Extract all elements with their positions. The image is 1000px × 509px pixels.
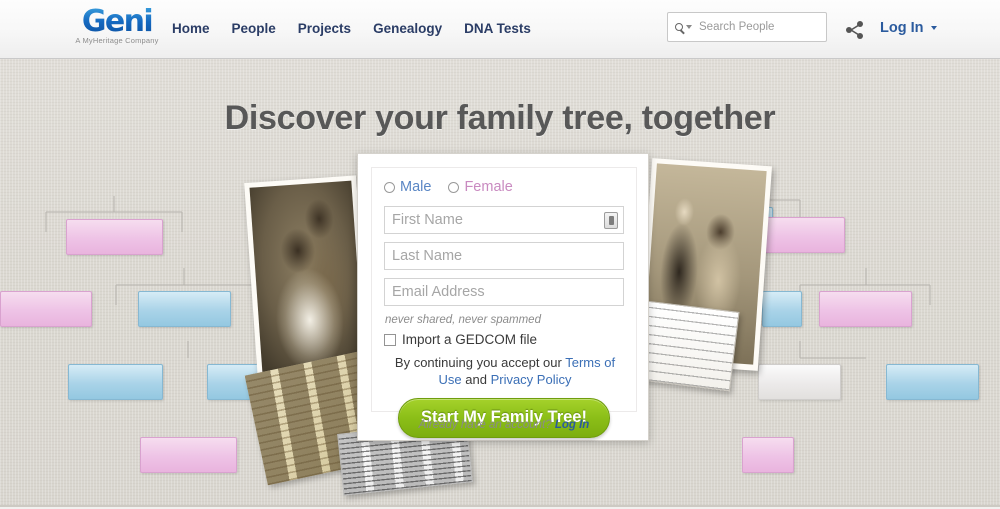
tree-node [68, 364, 163, 400]
last-name-field[interactable] [384, 242, 624, 270]
terms-text: By continuing you accept our Terms of Us… [384, 354, 626, 388]
gedcom-import-option[interactable]: Import a GEDCOM file [384, 332, 624, 347]
signup-panel: Male Female never shared, never spammed … [357, 153, 649, 441]
logo-wordmark: Geni [68, 6, 166, 38]
cta-container: Start My Family Tree! [384, 398, 624, 438]
tree-node [140, 437, 237, 473]
login-label: Log In [880, 20, 924, 36]
vintage-photo-two-children [244, 175, 370, 383]
terms-prefix: By continuing you accept our [394, 355, 566, 370]
privacy-note: never shared, never spammed [385, 314, 541, 326]
nav-item-home[interactable]: Home [172, 21, 210, 36]
tree-node [819, 291, 912, 327]
nav-item-genealogy[interactable]: Genealogy [373, 21, 442, 36]
nav-item-projects[interactable]: Projects [298, 21, 351, 36]
page-title: Discover your family tree, together [224, 99, 776, 137]
gender-option-female[interactable]: Female [448, 179, 513, 195]
tree-node [138, 291, 231, 327]
email-field[interactable] [384, 278, 624, 306]
existing-account-text: Already have an account? [418, 419, 552, 431]
last-name-input[interactable] [385, 243, 623, 269]
autofill-icon[interactable] [604, 212, 618, 229]
email-input[interactable] [385, 279, 623, 305]
first-name-input[interactable] [385, 207, 623, 233]
start-family-tree-button[interactable]: Start My Family Tree! [398, 398, 610, 438]
existing-account-footer: Already have an account? Log In [358, 419, 650, 431]
tree-node [886, 364, 979, 400]
signup-form: Male Female never shared, never spammed … [371, 167, 637, 438]
tree-node [758, 364, 841, 400]
search-icon[interactable] [675, 23, 692, 31]
search-box[interactable] [667, 12, 827, 42]
certificate-document [636, 300, 740, 392]
logo-tagline: A MyHeritage Company [75, 36, 159, 45]
gender-option-male[interactable]: Male [384, 179, 431, 195]
footer-login-link[interactable]: Log In [555, 419, 590, 431]
gedcom-label: Import a GEDCOM file [402, 332, 538, 347]
radio-female[interactable] [448, 181, 460, 193]
search-input[interactable] [699, 21, 817, 33]
share-icon[interactable] [843, 18, 867, 42]
login-button[interactable]: Log In [880, 20, 937, 36]
tree-node [742, 437, 794, 473]
geni-logo[interactable]: Geni A MyHeritage Company [68, 6, 166, 52]
gender-selector: Male Female [384, 179, 624, 195]
nav-item-people[interactable]: People [232, 21, 276, 36]
chevron-down-icon [930, 26, 937, 30]
radio-male[interactable] [384, 181, 395, 193]
chevron-down-icon [686, 25, 692, 29]
main-navigation: Home People Projects Genealogy DNA Tests [172, 21, 531, 36]
privacy-policy-link[interactable]: Privacy Policy [491, 372, 572, 387]
site-header: Geni A MyHeritage Company Home People Pr… [0, 0, 1000, 59]
gender-label-male: Male [400, 179, 432, 195]
tree-node [0, 291, 92, 327]
tree-node [66, 219, 163, 255]
nav-item-dna-tests[interactable]: DNA Tests [464, 21, 531, 36]
terms-joiner: and [461, 372, 491, 387]
gender-label-female: Female [464, 179, 513, 195]
gedcom-checkbox[interactable] [384, 333, 396, 346]
first-name-field[interactable] [384, 206, 624, 234]
tree-node [762, 291, 802, 327]
